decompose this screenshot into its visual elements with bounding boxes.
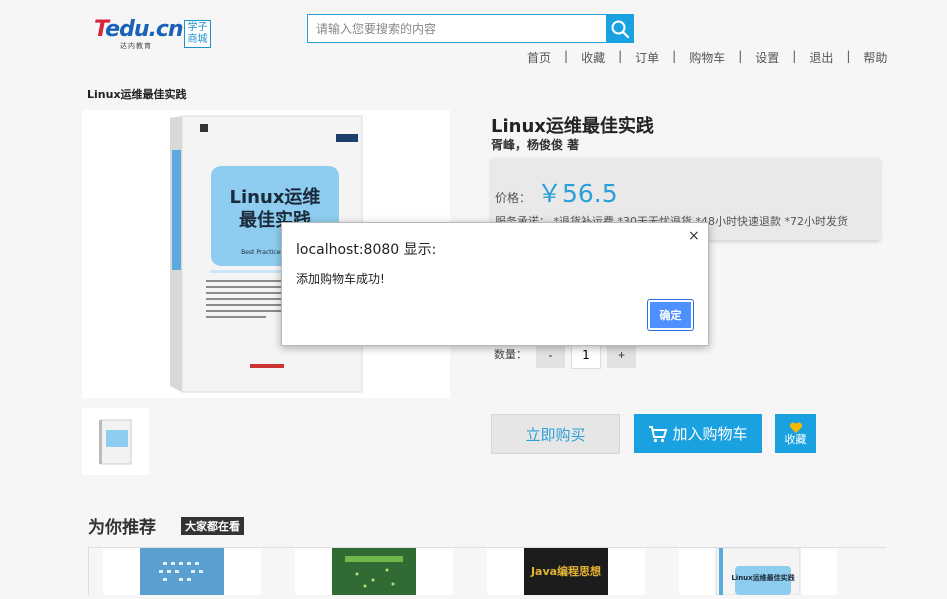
top-nav: 首页 | 收藏 | 订单 | 购物车 | 设置 | 退出 | 帮助 [525, 49, 889, 66]
breadcrumb: Linux运维最佳实践 [87, 88, 187, 101]
recommend-item-title: Linux运维最佳实践 [731, 573, 794, 582]
price-label: 价格： [495, 191, 532, 205]
recommend-item[interactable]: Linux运维最佳实践 [679, 547, 837, 596]
search-icon [611, 20, 630, 38]
search-input[interactable] [307, 14, 607, 43]
nav-settings[interactable]: 设置 [753, 49, 781, 66]
nav-logout[interactable]: 退出 [807, 49, 835, 66]
nav-separator: | [846, 49, 851, 63]
add-to-cart-label: 加入购物车 [672, 425, 748, 443]
recommend-item-cover [332, 548, 416, 595]
product-title: Linux运维最佳实践 [491, 116, 654, 137]
recommend-item[interactable] [295, 548, 453, 595]
logo-subtitle: 达内教育 [120, 42, 152, 50]
nav-help[interactable]: 帮助 [861, 49, 889, 66]
logo-brand: Tedu.cn [94, 17, 184, 42]
nav-orders[interactable]: 订单 [633, 49, 661, 66]
nav-separator: | [618, 49, 623, 63]
quantity-label: 数量： [494, 348, 527, 361]
search-button[interactable] [606, 14, 634, 43]
recommend-item-cover [140, 548, 224, 595]
product-price: ￥56.5 [537, 179, 618, 208]
site-logo[interactable]: Tedu.cn 达内教育 学子 商城 [94, 17, 214, 51]
close-icon[interactable]: × [688, 228, 700, 244]
heart-icon [789, 421, 802, 433]
recommend-badge: 大家都在看 [181, 517, 244, 535]
recommend-item[interactable] [103, 548, 261, 595]
recommend-item-cover: Java编程思想 [524, 548, 608, 595]
alert-dialog: localhost:8080 显示: × 添加购物车成功! 确定 [281, 222, 709, 346]
dialog-message: 添加购物车成功! [296, 272, 385, 286]
recommend-item-title: Java编程思想 [530, 564, 601, 578]
product-author: 胥峰，杨俊俊 著 [491, 138, 580, 152]
add-to-cart-button[interactable]: 加入购物车 [634, 414, 762, 453]
dialog-title: localhost:8080 显示: [296, 242, 437, 258]
product-thumbnail[interactable] [82, 408, 149, 475]
logo-box-line2: 商城 [187, 34, 208, 45]
logo-mall-badge: 学子 商城 [184, 20, 211, 48]
recommend-title: 为你推荐 [88, 518, 156, 538]
nav-separator: | [672, 49, 677, 63]
nav-separator: | [738, 49, 743, 63]
buy-now-button[interactable]: 立即购买 [491, 414, 620, 454]
recommend-item-cover: Linux运维最佳实践 [715, 547, 801, 596]
nav-cart[interactable]: 购物车 [687, 49, 727, 66]
cart-icon [649, 425, 668, 442]
nav-home[interactable]: 首页 [525, 49, 553, 66]
thumbnail-image [99, 419, 132, 465]
dialog-ok-button[interactable]: 确定 [648, 300, 693, 330]
nav-separator: | [564, 49, 569, 63]
collect-button[interactable]: 收藏 [775, 414, 816, 453]
recommend-item[interactable]: Java编程思想 [487, 548, 645, 595]
logo-box-line1: 学子 [187, 22, 208, 33]
cover-title-line1: Linux运维 [230, 186, 321, 208]
nav-separator: | [792, 49, 797, 63]
collect-label: 收藏 [784, 432, 807, 446]
nav-favorites[interactable]: 收藏 [579, 49, 607, 66]
